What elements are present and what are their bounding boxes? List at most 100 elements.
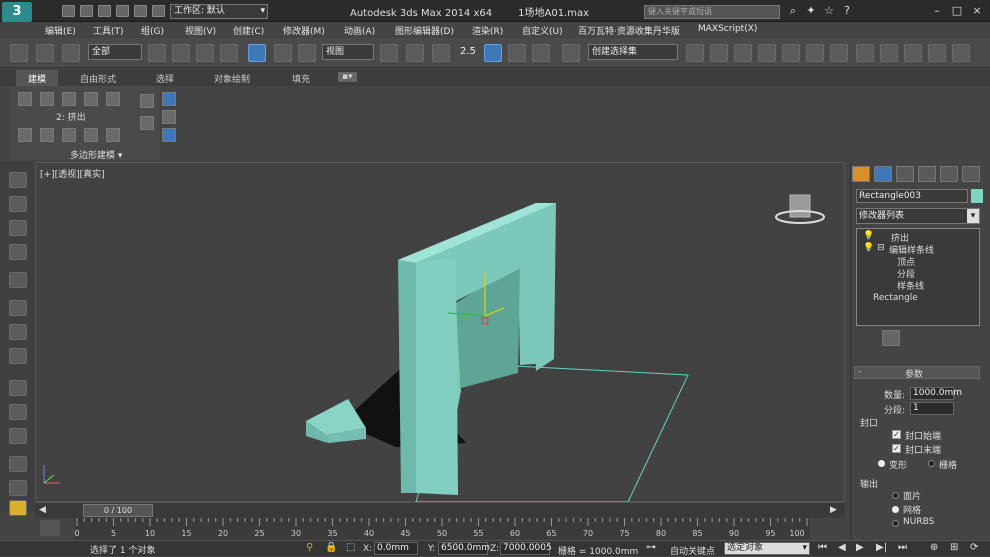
menu-plugin[interactable]: 百万瓦特·资源收集丹华版 — [578, 24, 680, 37]
play-icon[interactable]: ▶ — [856, 542, 864, 553]
communication-center-icon[interactable]: ✦ — [804, 4, 818, 18]
isolate-icon[interactable]: ⚲ — [306, 542, 313, 553]
stack-item-rectangle[interactable]: Rectangle — [873, 293, 918, 303]
stack-next-icon[interactable] — [40, 128, 54, 142]
parameters-rollout-header[interactable]: 参数 - — [854, 366, 980, 380]
x-coordinate-field[interactable]: 0.0mm — [374, 542, 418, 555]
move-icon[interactable] — [248, 44, 266, 62]
teapot-icon[interactable] — [9, 172, 27, 188]
z-coordinate-field[interactable]: 7000.0005 — [500, 542, 552, 555]
tab-populate[interactable]: 填充 — [292, 72, 310, 85]
close-icon[interactable]: × — [970, 4, 984, 18]
render-iterative-icon[interactable] — [928, 44, 946, 62]
patch-radio[interactable] — [892, 492, 899, 499]
remove-modifier-toggle-icon[interactable] — [932, 330, 950, 346]
polygon-modeling-group[interactable]: 多边形建模 ▾ — [70, 148, 122, 161]
lock-selection-icon[interactable]: 🔒 — [325, 542, 337, 553]
quickslice-icon[interactable] — [162, 128, 176, 142]
object-color-swatch[interactable] — [971, 189, 983, 203]
snap-toggle-label[interactable]: 2.5 — [460, 46, 476, 57]
configure-sets-icon[interactable] — [958, 330, 976, 346]
sun-icon[interactable] — [9, 500, 27, 516]
light-icon[interactable] — [9, 272, 27, 288]
rotate-icon[interactable] — [274, 44, 292, 62]
new-file-icon[interactable] — [62, 5, 75, 17]
open-file-icon[interactable] — [80, 5, 93, 17]
align-icon[interactable] — [710, 44, 728, 62]
segments-spinner[interactable]: 1 — [910, 402, 954, 415]
element-mode-icon[interactable] — [106, 92, 120, 106]
menu-edit[interactable]: 编辑(E) — [45, 24, 76, 37]
layer-explorer-icon[interactable] — [9, 244, 27, 260]
workspace-dropdown[interactable]: 工作区: 默认 ▾ — [170, 4, 268, 19]
maximize-icon[interactable]: □ — [950, 4, 964, 18]
key-filter-dropdown[interactable]: 选定对象 ▾ — [724, 542, 810, 555]
save-icon[interactable] — [98, 5, 111, 17]
make-unique-toggle-icon[interactable] — [910, 330, 928, 346]
paint-icon[interactable] — [9, 196, 27, 212]
video-camera-icon[interactable] — [9, 348, 27, 364]
display-tab-icon[interactable] — [940, 166, 958, 182]
viewcube[interactable] — [789, 194, 811, 218]
render-setup-icon[interactable] — [856, 44, 874, 62]
create-tab-icon[interactable] — [852, 166, 870, 182]
time-slider-track[interactable]: ◀ 0 / 100 ▶ — [35, 502, 845, 518]
zoom-icon[interactable]: ⊕ — [930, 542, 938, 553]
named-selection-sets-dropdown[interactable]: 创建选择集 — [588, 44, 678, 60]
teapot-primitive-icon[interactable] — [9, 456, 27, 472]
remove-modifier-icon[interactable] — [106, 128, 120, 142]
unlink-icon[interactable] — [36, 44, 54, 62]
activeshade-icon[interactable] — [952, 44, 970, 62]
redo-icon[interactable] — [134, 5, 147, 17]
time-tag-icon[interactable]: ⊶ — [646, 542, 656, 553]
cap-end-checkbox[interactable]: ✓ — [892, 444, 901, 453]
window-crossing-icon[interactable] — [220, 44, 238, 62]
utilities-tab-icon[interactable] — [962, 166, 980, 182]
menu-modifiers[interactable]: 修改器(M) — [283, 24, 325, 37]
mini-curve-editor-icon[interactable] — [40, 520, 60, 536]
vertex-mode-icon[interactable] — [18, 92, 32, 106]
percent-snap-icon[interactable] — [508, 44, 526, 62]
graphite-toggle-icon[interactable] — [758, 44, 776, 62]
pin-stack-icon[interactable] — [856, 330, 874, 346]
help-icon[interactable]: ? — [840, 4, 854, 18]
show-end-result-icon[interactable] — [62, 128, 76, 142]
y-coordinate-field[interactable]: 6500.0mm — [438, 542, 490, 555]
keyboard-shortcut-icon[interactable] — [432, 44, 450, 62]
select-by-name-icon[interactable] — [172, 44, 190, 62]
tab-modeling[interactable]: 建模 — [16, 70, 59, 87]
motion-tab-icon[interactable] — [918, 166, 936, 182]
object-name-field[interactable]: Rectangle003 — [856, 189, 968, 203]
stack-prev-icon[interactable] — [18, 128, 32, 142]
box-primitive-icon[interactable] — [9, 380, 27, 396]
cone-primitive-icon[interactable] — [9, 480, 27, 496]
helpers-icon[interactable] — [9, 324, 27, 340]
modifier-list-dropdown[interactable]: 修改器列表 ▾ — [856, 208, 980, 224]
search-input[interactable]: 键入关键字或短语 — [644, 5, 780, 19]
search-icon[interactable]: ⌕ — [786, 4, 800, 18]
project-folder-icon[interactable] — [152, 5, 165, 17]
time-slider-thumb[interactable]: 0 / 100 — [83, 504, 153, 517]
lightbulb-icon[interactable]: 💡 — [863, 231, 874, 241]
make-unique-icon[interactable] — [84, 128, 98, 142]
menu-animation[interactable]: 动画(A) — [344, 24, 375, 37]
prev-frame-icon[interactable]: ◀ — [838, 542, 846, 553]
tab-object-paint[interactable]: 对象绘制 — [214, 72, 250, 85]
hierarchy-tab-icon[interactable] — [896, 166, 914, 182]
undo-icon[interactable] — [116, 5, 129, 17]
morph-radio[interactable] — [878, 460, 885, 467]
app-logo-button[interactable]: 3 — [2, 2, 32, 22]
mesh-radio[interactable] — [892, 506, 899, 513]
link-icon[interactable] — [10, 44, 28, 62]
lightbulb-collapse-icon[interactable]: 💡 ⊟ — [863, 243, 885, 253]
pivot-center-icon[interactable] — [380, 44, 398, 62]
stack-item-spline[interactable]: 样条线 — [897, 279, 924, 292]
cap-start-checkbox[interactable]: ✓ — [892, 430, 901, 439]
spinner-snap-icon[interactable] — [532, 44, 550, 62]
modify-tab-icon[interactable] — [874, 166, 892, 182]
zoom-all-icon[interactable]: ⊞ — [950, 542, 958, 553]
menu-create[interactable]: 创建(C) — [233, 24, 264, 37]
edge-mode-icon[interactable] — [40, 92, 54, 106]
select-manipulate-icon[interactable] — [406, 44, 424, 62]
viewport-perspective[interactable]: [+][透视][真实] — [35, 162, 845, 503]
